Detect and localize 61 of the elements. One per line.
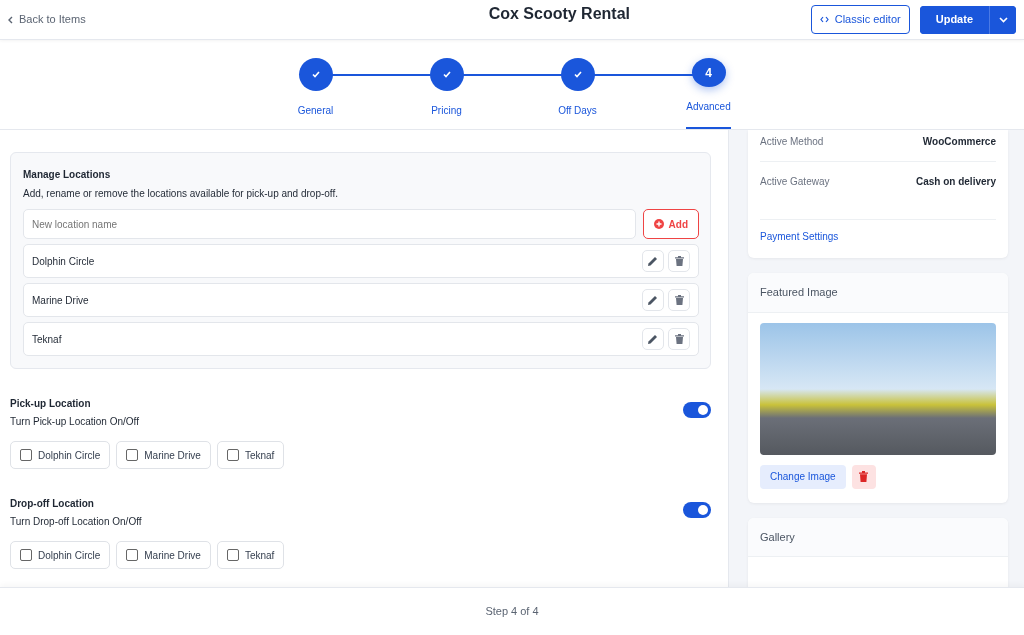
delete-button[interactable] [668,289,690,311]
change-image-button[interactable]: Change Image [760,464,846,489]
page-title: Cox Scooty Rental [487,3,631,24]
location-name: Teknaf [32,332,63,347]
chevron-left-icon [8,15,13,24]
classic-editor-button[interactable]: Classic editor [810,5,910,34]
card-title: Gallery [748,517,1008,557]
dropdown-button[interactable] [989,5,1016,34]
section-title: Manage Locations [23,168,112,182]
location-checkbox[interactable]: Marine Drive [116,541,211,569]
delete-image-button[interactable] [851,464,876,489]
trash-icon [859,471,869,482]
location-checkbox[interactable]: Teknaf [216,541,285,569]
step-circle[interactable]: 4 [691,58,726,87]
card-title: Featured Image [748,273,1008,313]
check-icon [442,71,451,78]
payment-label: Active Method [760,135,824,149]
section-description: Turn Drop-off Location On/Off [10,515,142,529]
location-name: Dolphin Circle [32,254,96,269]
check-icon [311,71,320,78]
check-icon [573,71,582,78]
step-circle[interactable] [429,58,464,91]
back-link[interactable]: Back to Items [8,11,308,28]
location-name: Marine Drive [32,293,90,308]
chevron-down-icon [998,16,1008,23]
location-name-input[interactable]: New location name [23,209,636,239]
step-label[interactable]: Pricing [431,103,462,129]
section-description: Add, rename or remove the locations available for pick-up and drop-off. [23,187,339,201]
edit-button[interactable] [642,250,664,272]
toggle-switch[interactable] [683,402,711,418]
payment-value: WooCommerce [922,135,996,149]
edit-button[interactable] [642,289,664,311]
plus-circle-icon [653,219,664,229]
delete-button[interactable] [668,328,690,350]
section-description: Turn Pick-up Location On/Off [10,415,139,429]
step-circle[interactable] [560,58,595,91]
step-label[interactable]: Advanced [686,99,731,129]
payment-settings-link[interactable]: Payment Settings [748,220,1008,258]
location-checkbox[interactable]: Dolphin Circle [10,441,111,469]
pencil-icon [648,295,658,305]
delete-button[interactable] [668,250,690,272]
location-checkbox[interactable]: Marine Drive [116,441,211,469]
trash-icon [674,256,684,266]
trash-icon [674,295,684,305]
step-circle[interactable] [298,58,333,91]
step-counter: Step 4 of 4 [485,604,539,620]
location-checkbox[interactable]: Dolphin Circle [10,541,111,569]
code-icon [819,16,829,23]
section-title: Drop-off Location [10,497,95,511]
section-title: Pick-up Location [10,397,92,411]
payment-value: Cash on delivery [915,175,996,189]
edit-button[interactable] [642,328,664,350]
trash-icon [674,334,684,344]
toggle-switch[interactable] [683,502,711,518]
step-label[interactable]: Off Days [558,103,597,129]
pencil-icon [648,256,658,266]
payment-label: Active Gateway [760,175,830,189]
location-checkbox[interactable]: Teknaf [216,441,285,469]
add-button[interactable]: Add [642,209,699,239]
pencil-icon [648,334,658,344]
step-label[interactable]: General [297,103,334,129]
